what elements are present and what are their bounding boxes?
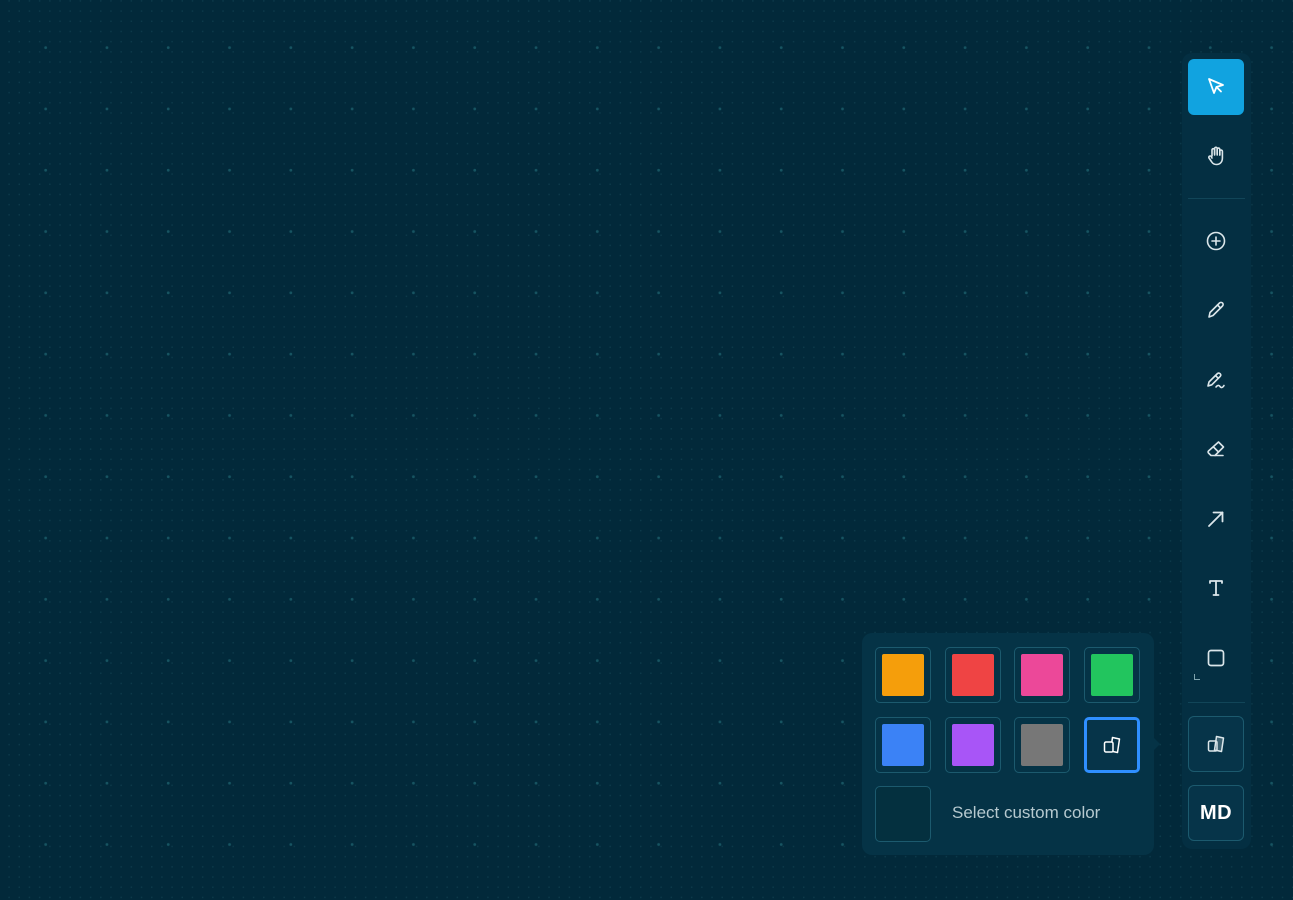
shapes-icon <box>1207 735 1225 753</box>
color-picker-button[interactable] <box>1188 716 1244 772</box>
swatch-orange[interactable] <box>875 647 931 703</box>
swatch-gray-fill <box>1021 724 1063 766</box>
expand-corner-icon <box>1194 674 1200 680</box>
highlighter-tool-button[interactable] <box>1188 352 1244 408</box>
pencil-tool-button[interactable] <box>1188 282 1244 338</box>
arrow-tool-button[interactable] <box>1188 491 1244 547</box>
highlighter-icon <box>1207 372 1225 389</box>
swatch-pink-fill <box>1021 654 1063 696</box>
swatch-pink[interactable] <box>1014 647 1070 703</box>
toolbar: MD <box>1182 53 1251 849</box>
add-tool-button[interactable] <box>1188 213 1244 269</box>
arrow-icon <box>1208 511 1224 527</box>
size-label: MD <box>1199 801 1233 824</box>
color-popup: Select custom color <box>862 633 1160 855</box>
swatch-default[interactable] <box>1084 717 1140 773</box>
text-tool-button[interactable] <box>1188 560 1244 616</box>
cursor-icon <box>1208 78 1224 94</box>
swatch-green-fill <box>1091 654 1133 696</box>
pencil-icon <box>1208 301 1224 318</box>
eraser-icon <box>1207 441 1225 457</box>
swatch-green[interactable] <box>1084 647 1140 703</box>
toolbar-divider <box>1188 702 1245 703</box>
square-icon <box>1207 649 1225 667</box>
eraser-tool-button[interactable] <box>1188 421 1244 477</box>
shapes-icon <box>1103 736 1121 754</box>
swatch-purple-fill <box>952 724 994 766</box>
custom-color-swatch[interactable] <box>875 786 931 842</box>
popup-arrow <box>1154 738 1160 750</box>
swatch-red-fill <box>952 654 994 696</box>
toolbar-divider <box>1188 198 1245 199</box>
hand-icon <box>1208 146 1224 166</box>
select-tool-button[interactable] <box>1188 59 1244 115</box>
swatch-gray[interactable] <box>1014 717 1070 773</box>
swatch-blue[interactable] <box>875 717 931 773</box>
plus-circle-icon <box>1206 231 1226 251</box>
swatch-orange-fill <box>882 654 924 696</box>
text-icon <box>1209 580 1223 596</box>
swatch-blue-fill <box>882 724 924 766</box>
swatch-purple[interactable] <box>945 717 1001 773</box>
custom-color-label[interactable]: Select custom color <box>952 803 1100 823</box>
hand-tool-button[interactable] <box>1188 128 1244 184</box>
size-button[interactable]: MD <box>1188 785 1244 841</box>
swatch-red[interactable] <box>945 647 1001 703</box>
